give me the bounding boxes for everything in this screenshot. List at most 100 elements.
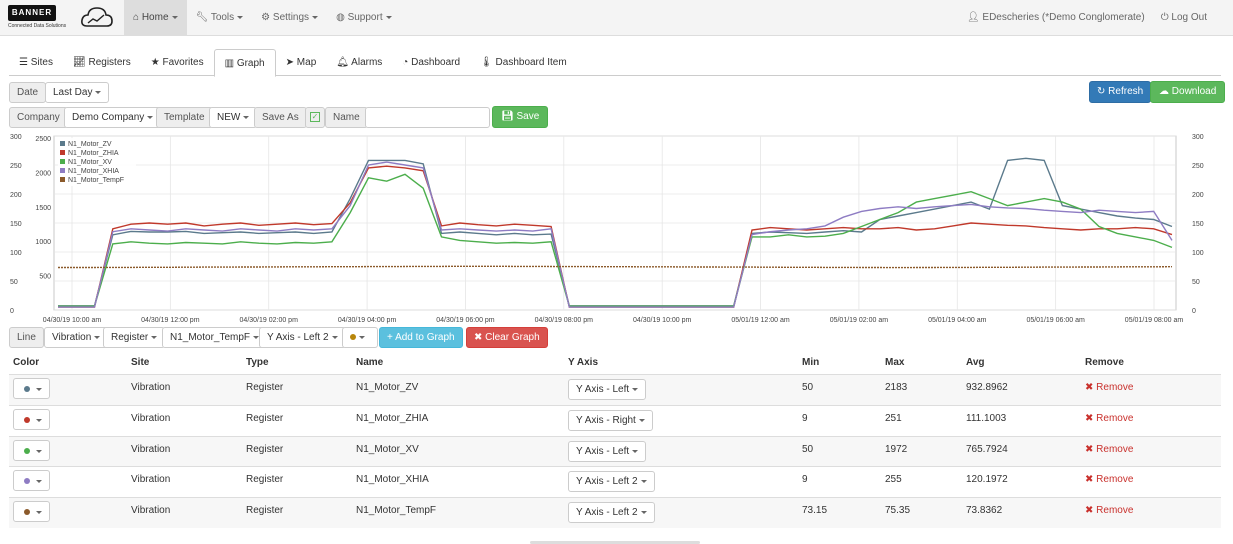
tab-sites[interactable]: ☰ Sites [9,49,63,76]
name-label: Name [325,107,368,128]
x-tick-label: 05/01/19 08:00 am [1125,317,1184,324]
tab-dashboard-item[interactable]: 🌡︎ Dashboard Item [470,49,577,76]
header-remove: Remove [1085,357,1124,368]
tab-registers[interactable]: 📈︎ Registers [63,49,141,76]
cloud-icon [81,7,113,27]
color-swatch [24,509,30,515]
left2-y-tick-label: 500 [39,274,51,281]
row-color-dropdown[interactable] [13,470,50,491]
row-type: Register [246,382,284,393]
row-yaxis-dropdown[interactable]: Y Axis - Left [568,441,647,462]
color-swatch [24,417,30,423]
row-avg: 932.8962 [966,382,1008,393]
save-label: Save [516,111,540,122]
row-yaxis-dropdown[interactable]: Y Axis - Left 2 [568,502,655,523]
logo-subtitle: Connected Data Solutions [8,23,67,29]
bell-icon: 🔔︎ [336,57,352,68]
caret-down-icon [640,510,647,514]
nav-home[interactable]: ⌂ Home [124,0,187,36]
nav-tools-label: Tools [210,12,235,23]
top-navbar: BANNER Connected Data Solutions ⌂ Home 🔧… [0,0,1233,36]
user-nav: 👤︎ EDescheries (*Demo Conglomerate) ⏻ Lo… [959,0,1215,36]
company-label: Company [9,107,68,128]
color-dropdown[interactable] [342,327,378,348]
save-as-checkbox[interactable]: ✓ [305,107,325,128]
row-type: Register [246,474,284,485]
remove-button[interactable]: ✖ Remove [1085,413,1133,424]
download-label: Download [1171,86,1217,97]
date-dropdown[interactable]: Last Day [45,82,110,103]
site-dropdown[interactable]: Vibration [44,327,109,348]
download-button[interactable]: ☁ Download [1150,81,1226,103]
row-min: 50 [802,382,814,393]
nav-tools[interactable]: 🔧︎ Tools [187,0,253,36]
left-y-tick-label: 150 [10,221,22,228]
tab-favorites[interactable]: ★ Favorites [141,49,214,76]
left-y-tick-label: 250 [10,163,22,170]
wrench-icon: 🔧︎ [195,12,211,23]
remove-label: Remove [1096,505,1134,516]
caret-down-icon [147,115,154,119]
header-yaxis: Y Axis [568,357,599,368]
remove-button[interactable]: ✖ Remove [1085,444,1133,455]
user-menu[interactable]: 👤︎ EDescheries (*Demo Conglomerate) [959,0,1153,36]
color-swatch [24,386,30,392]
axis-dropdown[interactable]: Y Axis - Left 2 [259,327,346,348]
remove-button[interactable]: ✖ Remove [1085,505,1133,516]
type-dropdown[interactable]: Register [103,327,166,348]
remove-button[interactable]: ✖ Remove [1085,474,1133,485]
row-type: Register [246,413,284,424]
refresh-icon: ↻ [1097,86,1109,97]
caret-down-icon [151,335,158,339]
header-min: Min [802,357,820,368]
register-chart[interactable]: 04/30/19 10:00 am 04/30/19 12:00 pm 04/30/… [0,128,1233,328]
table-row: Vibration Register N1_Motor_ZV Y Axis - Lef… [9,374,1221,405]
right-y-tick-label: 300 [1192,134,1204,141]
tab-map[interactable]: ➤ Map [276,49,327,76]
template-dropdown[interactable]: NEW [209,107,258,128]
row-name: N1_Motor_XV [356,444,419,455]
remove-label: Remove [1096,444,1134,455]
row-color-dropdown[interactable] [13,409,50,430]
tab-alarms[interactable]: 🔔︎ Alarms [326,49,392,76]
times-icon: ✖ [1085,474,1097,485]
save-button[interactable]: 💾︎ Save [492,106,549,128]
nav-settings[interactable]: ⚙ Settings [252,0,327,36]
header-name: Name [356,357,384,368]
row-yaxis-dropdown[interactable]: Y Axis - Right [568,410,653,431]
row-color-dropdown[interactable] [13,501,50,522]
clear-graph-button[interactable]: ✖ Clear Graph [466,327,548,348]
checkbox-checked-icon: ✓ [310,112,320,123]
legend-swatch [60,141,65,146]
gears-icon: ⚙ [261,12,273,23]
site-value: Vibration [52,332,92,343]
x-tick-label: 05/01/19 04:00 am [928,317,987,324]
dashboard-icon: ◔ [402,57,412,68]
times-icon: ✖ [1085,444,1097,455]
times-icon: ✖ [1085,382,1097,393]
register-dropdown[interactable]: N1_Motor_TempF [162,327,268,348]
tab-dashboard-label: Dashboard [411,57,461,68]
legend-swatch [60,150,65,155]
legend-label: N1_Motor_ZHIA [68,150,119,157]
row-site: Vibration [131,505,171,516]
nav-support[interactable]: ◍ Support [327,0,401,36]
tab-alarms-label: Alarms [351,57,383,68]
row-color-dropdown[interactable] [13,378,50,399]
name-input[interactable] [365,107,490,128]
remove-button[interactable]: ✖ Remove [1085,382,1133,393]
logout-link[interactable]: ⏻ Log Out [1153,0,1215,36]
header-type: Type [246,357,269,368]
refresh-button[interactable]: ↻ Refresh [1089,81,1152,103]
tab-dashboard[interactable]: ◔ Dashboard [392,49,470,76]
company-dropdown[interactable]: Demo Company [64,107,162,128]
row-color-dropdown[interactable] [13,440,50,461]
x-tick-label: 04/30/19 04:00 pm [338,317,397,324]
add-to-graph-button[interactable]: + Add to Graph [379,327,463,348]
caret-down-icon [243,115,250,119]
row-site: Vibration [131,474,171,485]
row-yaxis-dropdown[interactable]: Y Axis - Left [568,379,647,400]
tab-graph[interactable]: ▥ Graph [213,49,276,77]
row-yaxis-dropdown[interactable]: Y Axis - Left 2 [568,471,655,492]
brand-logo[interactable]: BANNER Connected Data Solutions [8,4,118,32]
